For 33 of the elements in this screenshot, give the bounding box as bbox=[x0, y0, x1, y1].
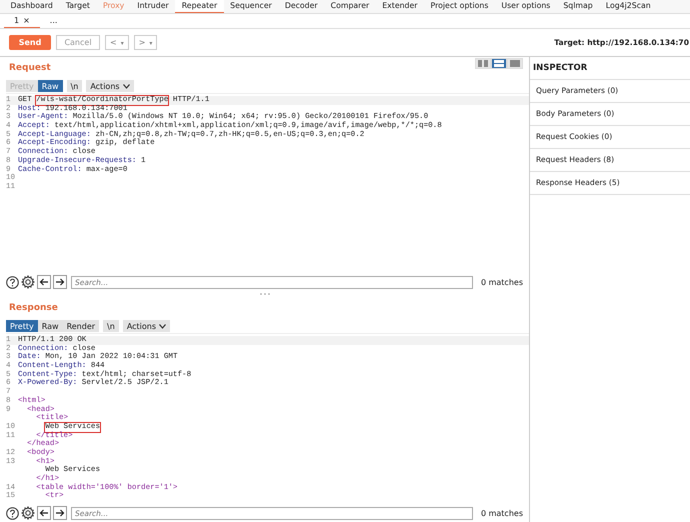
previous-match-button[interactable] bbox=[37, 506, 51, 520]
layout-toggle-button[interactable] bbox=[491, 58, 507, 68]
right-arrow-icon bbox=[55, 278, 65, 286]
chevron-down-icon bbox=[122, 84, 130, 88]
settings-icon[interactable] bbox=[21, 506, 35, 520]
format-tab[interactable]: Raw bbox=[38, 320, 63, 332]
newline-toggle[interactable]: \n bbox=[103, 320, 119, 332]
format-tab[interactable]: Raw bbox=[38, 80, 63, 92]
settings-icon[interactable] bbox=[21, 275, 35, 289]
actions-menu[interactable]: Actions bbox=[122, 320, 170, 332]
actions-menu[interactable]: Actions bbox=[86, 80, 134, 92]
splitter-handle-icon[interactable] bbox=[260, 293, 270, 295]
chevron-down-icon bbox=[159, 324, 166, 328]
match-count: 0 matches bbox=[480, 508, 523, 518]
format-tab[interactable]: Pretty bbox=[6, 320, 38, 332]
newline-toggle[interactable]: \n bbox=[66, 80, 82, 92]
layout-toggle-button[interactable] bbox=[507, 58, 523, 68]
inspector-title: INSPECTOR bbox=[530, 57, 690, 80]
request-title: Request bbox=[8, 63, 51, 73]
next-match-button[interactable] bbox=[53, 275, 67, 289]
match-count: 0 matches bbox=[480, 278, 523, 286]
right-arrow-icon bbox=[55, 509, 65, 517]
previous-match-button[interactable] bbox=[37, 275, 51, 289]
left-arrow-icon bbox=[39, 509, 49, 517]
left-arrow-icon bbox=[39, 278, 49, 286]
format-tab[interactable]: Render bbox=[62, 320, 100, 332]
request-tab[interactable]: ... bbox=[40, 14, 68, 28]
layout-toggle-button[interactable] bbox=[475, 58, 491, 68]
response-title: Response bbox=[8, 303, 58, 313]
next-match-button[interactable] bbox=[53, 506, 67, 520]
request-tab[interactable]: 1 × bbox=[4, 14, 40, 28]
help-icon[interactable] bbox=[6, 276, 19, 288]
help-icon[interactable] bbox=[6, 506, 19, 520]
